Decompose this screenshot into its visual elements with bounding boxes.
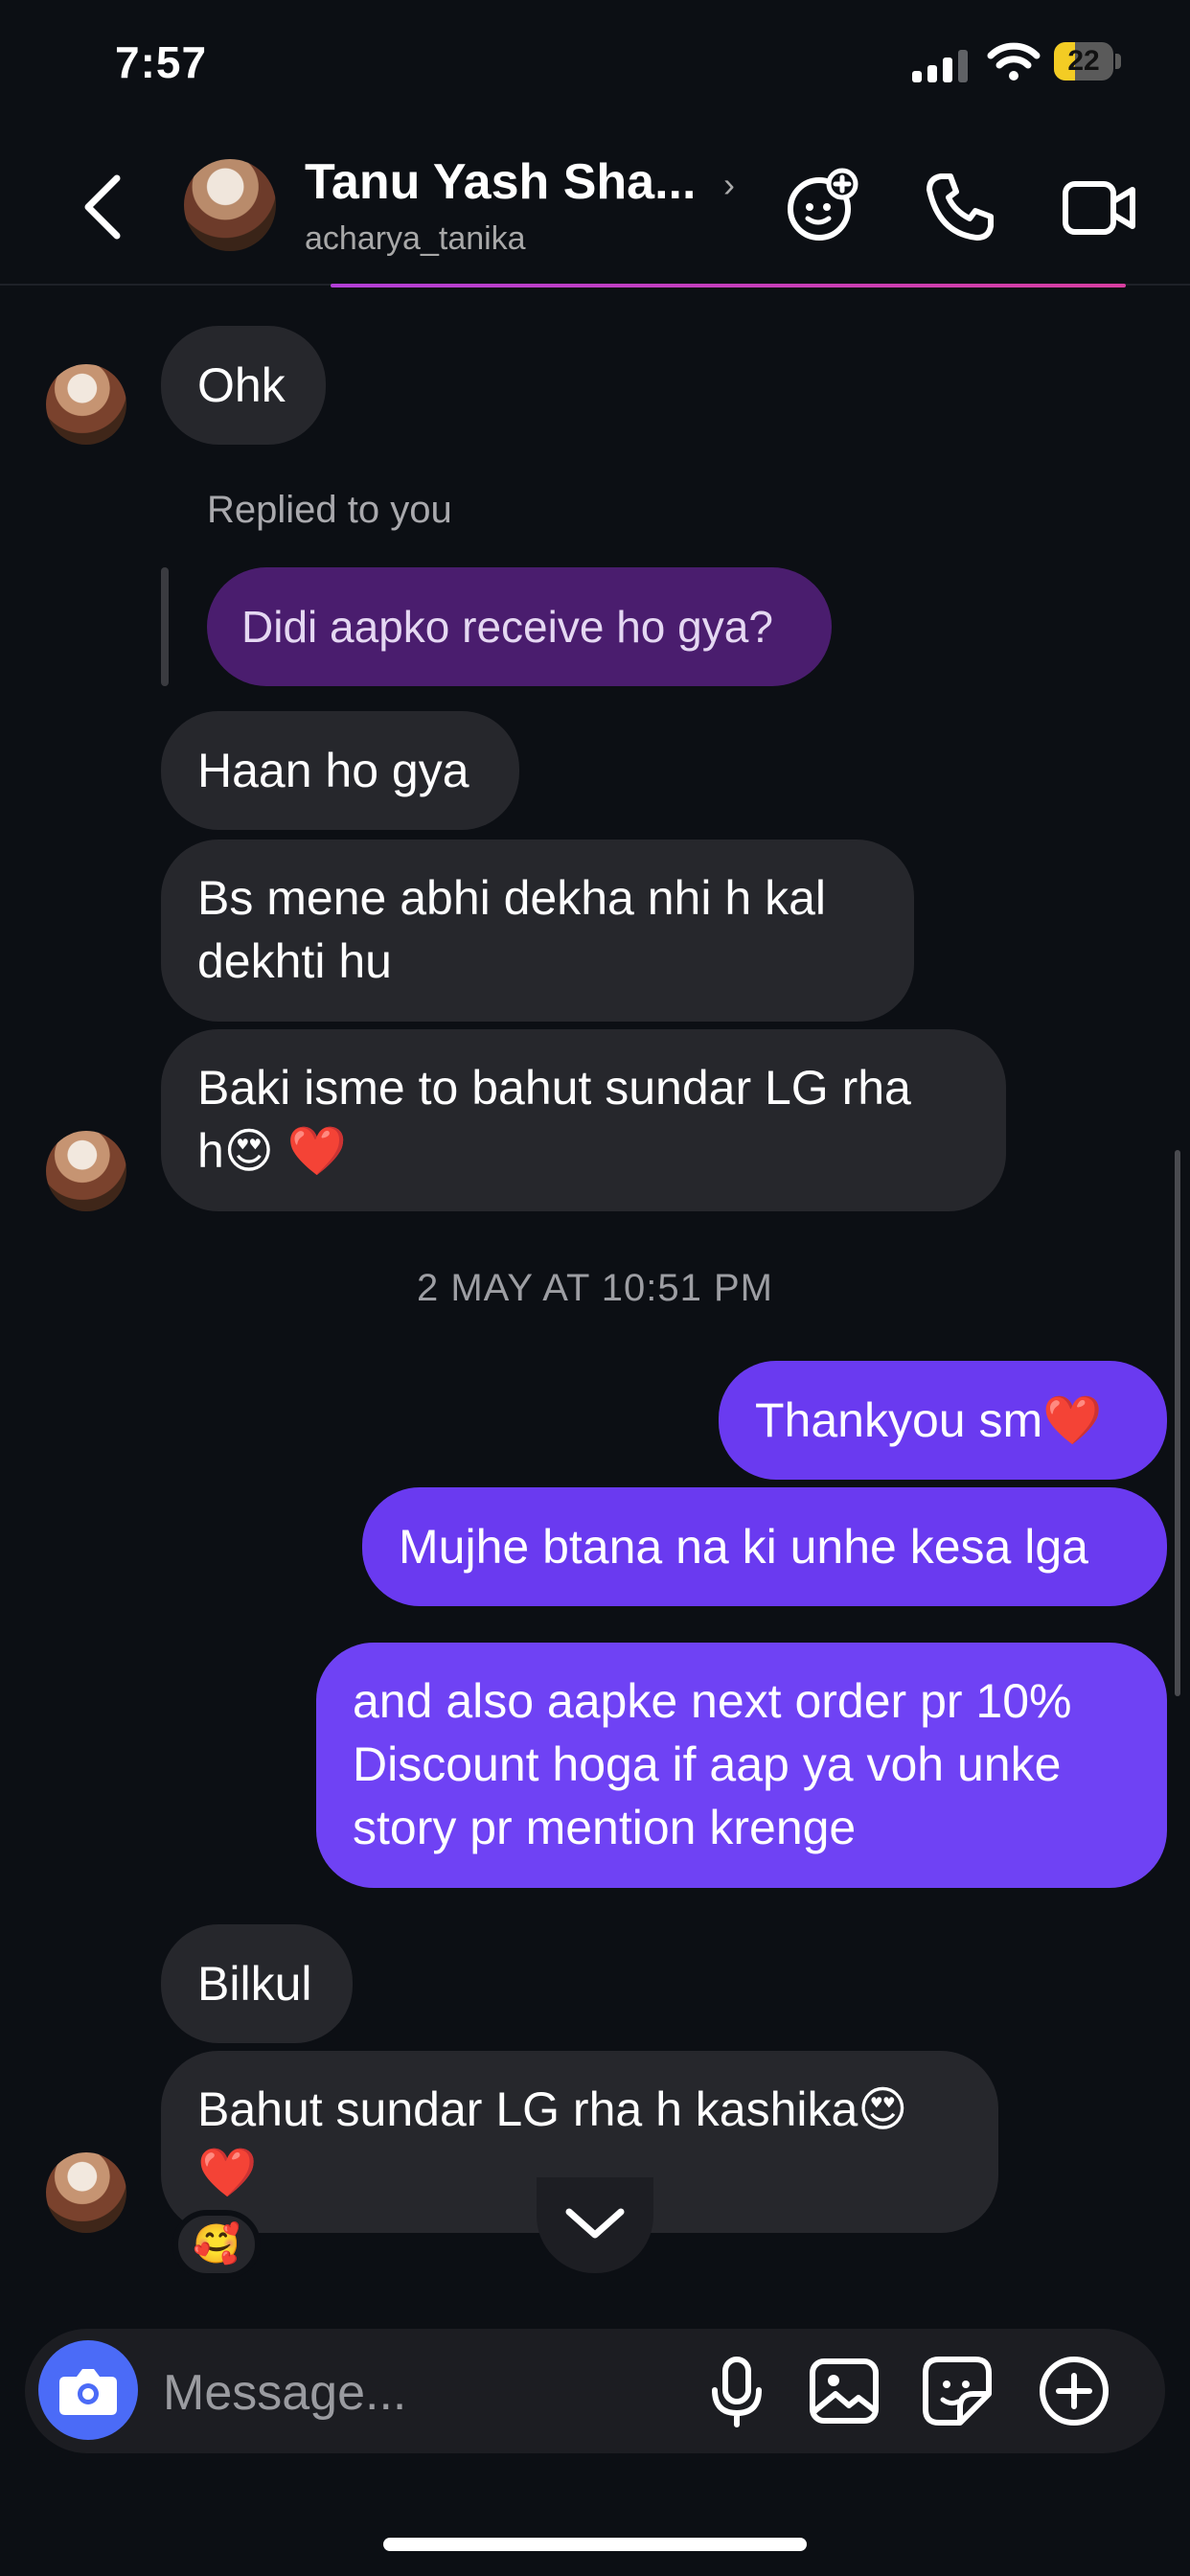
message-text-line: Baki isme to bahut sundar LG rha (197, 1061, 911, 1115)
message-text: Thankyou sm❤️ (755, 1393, 1103, 1447)
message-text-line: and also aapke next order pr 10% (353, 1674, 1072, 1728)
chevron-right-icon[interactable]: › (723, 165, 735, 205)
sticker-icon[interactable] (916, 2350, 998, 2432)
message-text-line: Bs mene abhi dekha nhi h kal (197, 871, 826, 925)
message-text-line: Discount hoga if aap ya voh unke (353, 1737, 1062, 1791)
sender-avatar[interactable] (46, 2152, 126, 2233)
sender-avatar[interactable] (46, 1131, 126, 1211)
date-separator: 2 MAY AT 10:51 PM (417, 1267, 773, 1309)
message-text-line: dekhti hu (197, 934, 392, 988)
message-text: Bilkul (197, 1957, 312, 2011)
reaction-badge[interactable]: 🥰 (172, 2210, 261, 2279)
message-text-line: story pr mention krenge (353, 1801, 857, 1854)
pinned-message-edge (331, 284, 1126, 288)
microphone-icon[interactable] (696, 2350, 778, 2432)
replied-message-text: Didi aapko receive ho gya? (241, 602, 773, 652)
message-text-line: Bahut sundar LG rha h kashika😍 (197, 2082, 908, 2136)
battery-level: 22 (1067, 45, 1100, 77)
message-bubble-outgoing[interactable]: Thankyou sm❤️ (719, 1361, 1167, 1480)
message-bubble-incoming[interactable]: Baki isme to bahut sundar LG rha h😍 ❤️ (161, 1029, 1006, 1211)
message-input[interactable] (161, 2363, 663, 2423)
sender-avatar[interactable] (46, 364, 126, 445)
scroll-to-bottom-button[interactable] (537, 2177, 653, 2273)
message-bubble-outgoing[interactable]: Mujhe btana na ki unhe kesa lga (362, 1487, 1167, 1606)
message-bubble-incoming[interactable]: Ohk (161, 326, 326, 445)
cellular-signal-icon (912, 50, 970, 82)
reply-indicator-bar (161, 567, 169, 686)
wifi-icon (987, 40, 1041, 82)
contact-username[interactable]: acharya_tanika (305, 220, 526, 258)
battery-icon: 22 (1054, 42, 1121, 82)
contact-name[interactable]: Tanu Yash Sha... (305, 153, 696, 211)
message-bubble-incoming[interactable]: Haan ho gya (161, 711, 519, 830)
message-text: Haan ho gya (197, 744, 469, 797)
camera-button[interactable] (38, 2340, 138, 2440)
message-bubble-incoming[interactable]: Bs mene abhi dekha nhi h kal dekhti hu (161, 840, 914, 1022)
message-bubble-outgoing[interactable]: and also aapke next order pr 10% Discoun… (316, 1643, 1167, 1888)
scrollbar[interactable] (1175, 1150, 1180, 1696)
replied-message-bubble[interactable]: Didi aapko receive ho gya? (207, 567, 832, 686)
status-time: 7:57 (115, 37, 208, 87)
add-plus-icon[interactable] (1033, 2350, 1115, 2432)
video-camera-icon[interactable] (1058, 169, 1138, 249)
gallery-icon[interactable] (803, 2350, 885, 2432)
message-bubble-incoming[interactable]: Bilkul (161, 1924, 353, 2043)
message-text: Ohk (197, 358, 286, 412)
home-indicator[interactable] (383, 2538, 807, 2551)
contact-avatar[interactable] (184, 159, 276, 251)
back-button[interactable] (79, 172, 126, 242)
message-text: Mujhe btana na ki unhe kesa lga (399, 1520, 1088, 1574)
reply-label: Replied to you (207, 489, 452, 531)
phone-icon[interactable] (920, 167, 1000, 247)
ai-sparkle-icon[interactable] (781, 165, 861, 245)
message-text-line: h😍 ❤️ (197, 1124, 348, 1178)
